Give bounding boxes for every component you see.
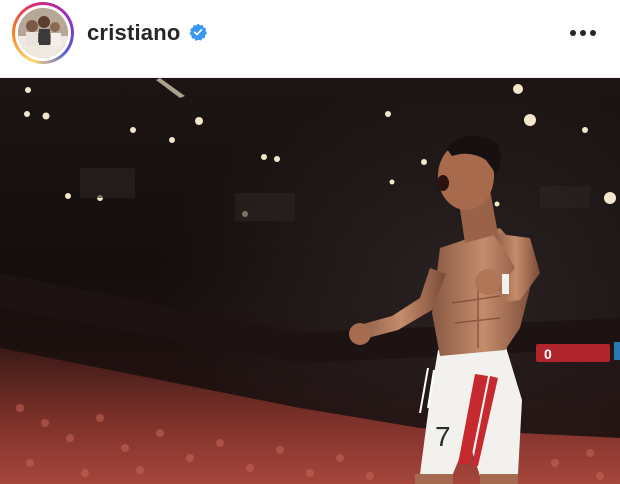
scoreboard-text: 0: [544, 346, 552, 362]
post-image[interactable]: 0 7: [0, 78, 620, 484]
post-header: cristiano: [0, 0, 620, 78]
more-horizontal-icon[interactable]: [566, 22, 600, 44]
avatar-photo: [18, 8, 68, 58]
story-ring[interactable]: [12, 2, 74, 64]
jersey-number: 7: [435, 421, 451, 452]
avatar[interactable]: [18, 8, 68, 58]
instagram-post: cristiano 0 7: [0, 0, 620, 484]
username[interactable]: cristiano: [87, 20, 181, 46]
verified-badge-icon: [189, 23, 207, 41]
celebration-photo: 0 7: [0, 78, 620, 484]
